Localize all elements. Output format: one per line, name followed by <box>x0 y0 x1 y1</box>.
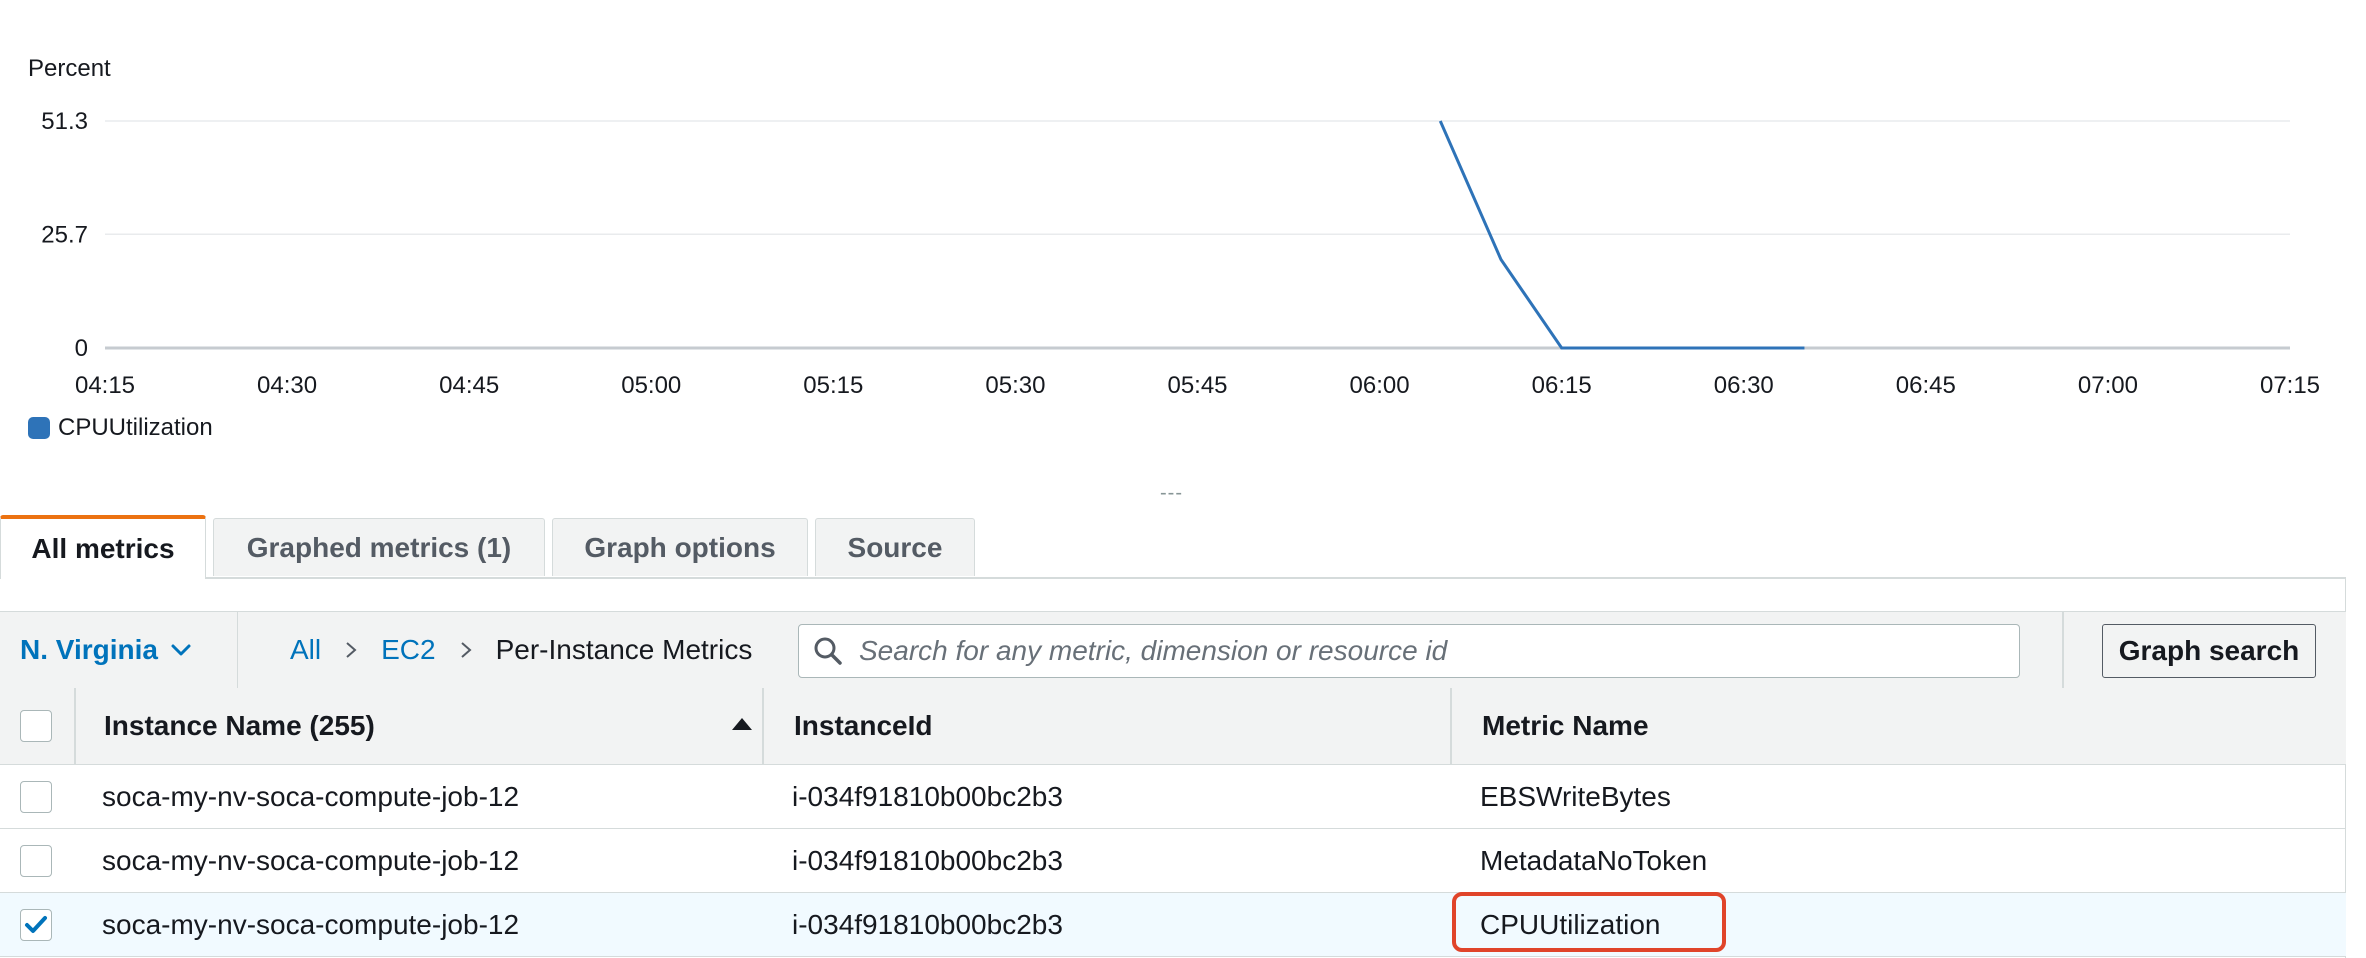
row-checkbox-checked[interactable] <box>20 908 52 941</box>
breadcrumb-ec2[interactable]: EC2 <box>381 634 435 666</box>
x-tick-label: 05:00 <box>621 372 681 399</box>
metrics-tabs: All metrics Graphed metrics (1) Graph op… <box>0 515 2346 579</box>
table-row[interactable]: soca-my-nv-soca-compute-job-12 i-034f918… <box>0 765 2346 829</box>
legend-swatch <box>28 417 50 439</box>
breadcrumb-separator-icon <box>345 635 357 666</box>
select-all-cell <box>20 688 52 764</box>
x-tick-label: 06:00 <box>1350 372 1410 399</box>
legend-label: CPUUtilization <box>58 414 213 441</box>
row-checkbox-cell <box>20 893 52 956</box>
y-tick-label: 51.3 <box>41 108 88 135</box>
highlight-annotation <box>1452 892 1726 952</box>
breadcrumb-all[interactable]: All <box>290 634 321 666</box>
x-tick-label: 04:30 <box>257 372 317 399</box>
tab-graphed-metrics[interactable]: Graphed metrics (1) <box>213 518 545 576</box>
x-tick-label: 05:15 <box>803 372 863 399</box>
x-tick-label: 06:45 <box>1896 372 1956 399</box>
table-header-row: Instance Name (255) InstanceId Metric Na… <box>0 688 2346 765</box>
column-divider <box>1450 688 1452 764</box>
search-input[interactable] <box>857 634 2011 668</box>
x-tick-label: 07:00 <box>2078 372 2138 399</box>
x-tick-label: 04:15 <box>75 372 135 399</box>
table-row[interactable]: soca-my-nv-soca-compute-job-12 i-034f918… <box>0 829 2346 893</box>
y-axis-label: Percent <box>28 55 111 82</box>
cell-instance-id: i-034f91810b00bc2b3 <box>792 780 1063 812</box>
metric-search-box[interactable] <box>798 624 2020 678</box>
row-checkbox[interactable] <box>20 780 52 813</box>
graph-search-button[interactable]: Graph search <box>2102 624 2316 678</box>
row-checkbox-cell <box>20 829 52 892</box>
breadcrumb: All EC2 Per-Instance Metrics <box>290 612 752 688</box>
chevron-down-icon <box>171 644 191 656</box>
breadcrumb-current: Per-Instance Metrics <box>495 634 753 665</box>
tab-source[interactable]: Source <box>815 518 975 576</box>
x-tick-label: 05:30 <box>985 372 1045 399</box>
cell-instance-id: i-034f91810b00bc2b3 <box>792 844 1063 876</box>
breadcrumb-separator-icon <box>460 635 472 666</box>
line-chart: Percent 51.3 25.7 0 04:15 04:30 04:45 05:00 05… <box>28 55 2320 399</box>
column-header-instance-id[interactable]: InstanceId <box>794 688 932 764</box>
cell-metric-name: MetadataNoToken <box>1480 844 1708 876</box>
metrics-graph: Percent 51.3 25.7 0 04:15 04:30 04:45 05:00 05… <box>0 0 2366 504</box>
y-tick-label: 0 <box>75 335 88 362</box>
x-tick-label: 06:30 <box>1714 372 1774 399</box>
column-header-instance-name[interactable]: Instance Name (255) <box>104 688 375 764</box>
y-tick-label: 25.7 <box>41 221 88 248</box>
table-row[interactable]: soca-my-nv-soca-compute-job-12 i-034f918… <box>0 893 2346 957</box>
tab-graph-options[interactable]: Graph options <box>552 518 808 576</box>
cell-metric-name: EBSWriteBytes <box>1480 780 1671 812</box>
region-label: N. Virginia <box>20 634 158 665</box>
search-icon <box>814 637 842 665</box>
row-checkbox-cell <box>20 765 52 828</box>
metrics-table: Instance Name (255) InstanceId Metric Na… <box>0 688 2346 957</box>
checkmark-icon <box>25 915 47 933</box>
sort-ascending-icon[interactable] <box>732 718 752 730</box>
cell-instance-name: soca-my-nv-soca-compute-job-12 <box>102 780 520 812</box>
region-selector[interactable]: N. Virginia <box>0 612 238 688</box>
all-metrics-panel: N. Virginia All EC2 Per-Instance Metrics <box>0 578 2346 958</box>
x-tick-label: 05:45 <box>1167 372 1227 399</box>
metrics-toolbar: N. Virginia All EC2 Per-Instance Metrics <box>0 611 2346 689</box>
x-tick-label: 06:15 <box>1532 372 1592 399</box>
toolbar-divider <box>2062 612 2064 688</box>
cell-instance-name: soca-my-nv-soca-compute-job-12 <box>102 908 520 940</box>
select-all-checkbox[interactable] <box>20 710 52 742</box>
x-tick-label: 07:15 <box>2260 372 2320 399</box>
x-tick-label: 04:45 <box>439 372 499 399</box>
row-checkbox[interactable] <box>20 844 52 877</box>
resize-handle[interactable]: --- <box>1160 482 1183 505</box>
column-divider <box>74 688 76 764</box>
column-divider <box>762 688 764 764</box>
chart-legend[interactable]: CPUUtilization <box>28 414 213 442</box>
cell-instance-name: soca-my-nv-soca-compute-job-12 <box>102 844 520 876</box>
tab-all-metrics[interactable]: All metrics <box>0 515 206 579</box>
column-header-metric-name[interactable]: Metric Name <box>1482 688 1649 764</box>
cell-instance-id: i-034f91810b00bc2b3 <box>792 908 1063 940</box>
